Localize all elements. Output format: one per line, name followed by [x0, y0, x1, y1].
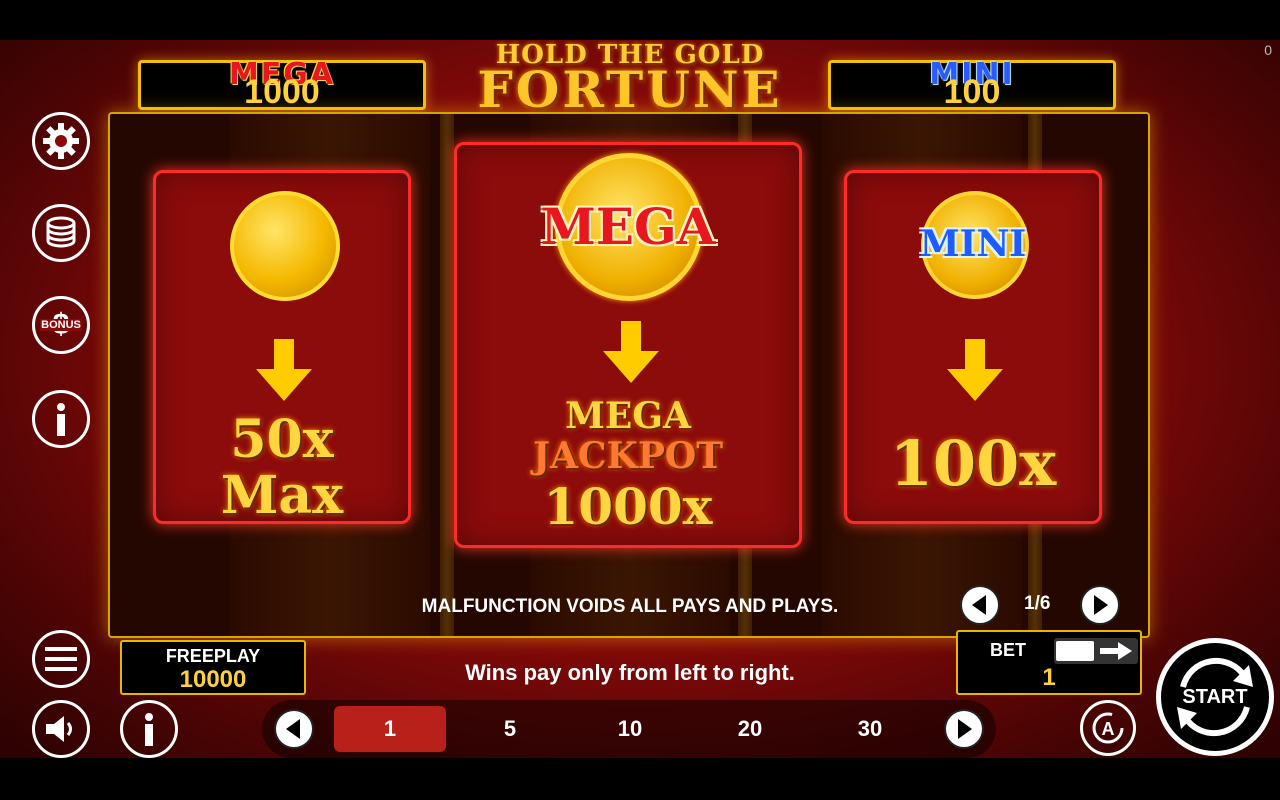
bet-toggle-knob: [1056, 641, 1094, 661]
arrow-down-icon: [256, 339, 312, 401]
autoplay-button[interactable]: A: [1080, 700, 1136, 756]
chevron-right-icon: [958, 719, 972, 739]
left-max-label: Max: [220, 465, 344, 526]
bet-prev-button[interactable]: [274, 709, 314, 749]
svg-text:A: A: [1102, 719, 1115, 739]
bonus-label: BONUS: [40, 319, 82, 331]
freeplay-box: FREEPLAY 10000: [120, 640, 306, 695]
mini-jackpot-box: MINI 100: [828, 57, 1116, 111]
bet-next-button[interactable]: [944, 709, 984, 749]
arrow-down-icon: [947, 339, 1003, 401]
mega-jackpot-value: 1000: [244, 73, 320, 111]
mini-coin-label: MINI: [919, 223, 1027, 265]
center-multiplier: 1000x: [543, 477, 713, 536]
page-indicator: 1/6: [1024, 593, 1051, 614]
chevron-right-icon: [1094, 595, 1108, 615]
hamburger-icon: [45, 647, 77, 671]
info-button[interactable]: [32, 390, 90, 448]
bet-label: BET: [990, 640, 1026, 660]
bet-option[interactable]: 5: [454, 706, 566, 752]
coins-button[interactable]: [32, 204, 90, 262]
info-icon: [145, 713, 153, 746]
left-multiplier: 50x: [230, 409, 334, 470]
gear-icon: [43, 123, 79, 159]
paytable-panel-left: 50x Max: [153, 170, 411, 526]
gold-coin-icon: [230, 191, 340, 301]
bet-toggle[interactable]: [1054, 638, 1138, 664]
bonus-button[interactable]: $ BONUS: [32, 296, 90, 354]
paytable-panel-center: MEGA MEGA JACKPOT 1000x: [454, 142, 802, 548]
disclaimer-text: MALFUNCTION VOIDS ALL PAYS AND PLAYS.: [421, 596, 839, 617]
right-multiplier: 100x: [889, 427, 1057, 500]
settings-button[interactable]: [32, 112, 90, 170]
coin-stack-icon: [46, 216, 76, 248]
freeplay-value: 10000: [179, 666, 247, 693]
next-page-button[interactable]: [1080, 585, 1120, 625]
speaker-icon: [46, 716, 72, 742]
prev-page-button[interactable]: [960, 585, 1000, 625]
autoplay-icon: A: [1092, 712, 1124, 744]
start-button[interactable]: START: [1156, 638, 1274, 756]
mega-coin-label: MEGA: [540, 197, 716, 256]
bet-value: 1: [1042, 664, 1056, 691]
center-mega-label: MEGA: [565, 395, 691, 437]
bet-option[interactable]: 20: [694, 706, 806, 752]
bet-selector: 1 5 10 20 30: [262, 700, 996, 758]
paytable-panel-right: MINI 100x: [844, 170, 1102, 524]
menu-button[interactable]: [32, 630, 90, 688]
info-icon: [57, 403, 65, 436]
wins-info-text: Wins pay only from left to right.: [465, 660, 795, 685]
mega-jackpot-box: MEGA 1000: [138, 57, 426, 111]
game-logo: HOLD THE GOLD FORTUNE: [460, 40, 800, 119]
bet-box: BET 1: [956, 630, 1142, 695]
game-screen: MEGA 1000 HOLD THE GOLD FORTUNE MINI 100…: [0, 40, 1280, 758]
center-jackpot-label: JACKPOT: [532, 435, 724, 477]
arrow-down-icon: [603, 321, 659, 383]
mini-jackpot-value: 100: [943, 73, 1001, 111]
corner-counter: 0: [1264, 42, 1272, 58]
help-button[interactable]: [120, 700, 178, 758]
start-label: START: [1182, 685, 1248, 708]
freeplay-label: FREEPLAY: [165, 646, 261, 666]
sound-button[interactable]: [32, 700, 90, 758]
chevron-left-icon: [286, 719, 300, 739]
logo-line-2: FORTUNE: [477, 60, 783, 119]
bet-option[interactable]: 10: [574, 706, 686, 752]
chevron-left-icon: [972, 595, 986, 615]
arrow-right-icon: [1100, 642, 1132, 660]
bet-option[interactable]: 30: [814, 706, 926, 752]
bet-option[interactable]: 1: [334, 706, 446, 752]
